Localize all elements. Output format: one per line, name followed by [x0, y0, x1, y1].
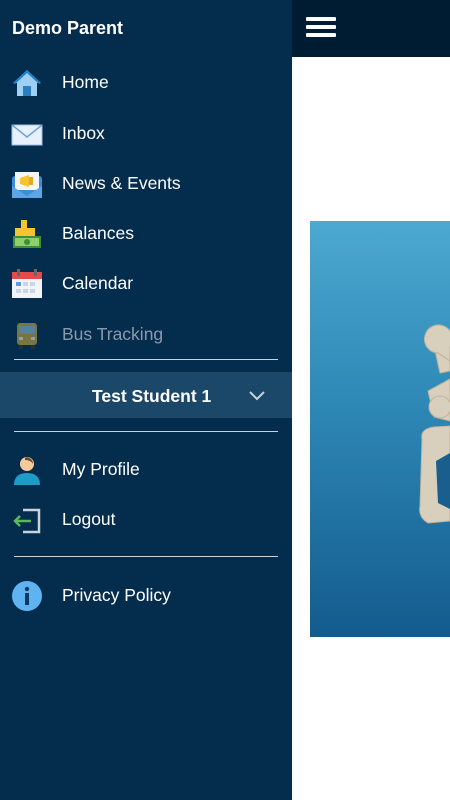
student-name: Test Student 1 [92, 386, 212, 406]
menu-item-label: Home [62, 72, 109, 92]
menu-item-label: My Profile [62, 459, 140, 479]
logout-icon [11, 504, 43, 536]
calendar-icon [11, 268, 43, 300]
menu-item-label: Bus Tracking [62, 324, 164, 344]
menu-item-balances[interactable]: Balances [0, 210, 292, 256]
hamburger-icon[interactable] [306, 17, 336, 39]
divider [14, 431, 278, 432]
menu-item-my-profile[interactable]: My Profile [0, 446, 292, 492]
menu-item-logout[interactable]: Logout [0, 496, 292, 542]
menu-item-label: Logout [62, 509, 116, 529]
student-selector[interactable]: Test Student 1 [0, 372, 292, 418]
info-icon [11, 580, 43, 612]
banner-image [310, 221, 450, 637]
menu-item-home[interactable]: Home [0, 59, 292, 105]
home-icon [11, 67, 43, 99]
user-name: Demo Parent [12, 18, 124, 38]
megaphone-icon [11, 168, 43, 200]
money-icon [11, 218, 43, 250]
navigation-drawer: Demo Parent Home Inbox News & Events Bal… [0, 0, 292, 800]
chevron-down-icon [248, 388, 266, 402]
top-app-bar [292, 0, 450, 57]
menu-item-bus-tracking[interactable]: Bus Tracking [0, 311, 292, 357]
bus-icon [11, 319, 43, 351]
menu-item-label: Inbox [62, 123, 105, 143]
user-icon [11, 454, 43, 486]
menu-item-label: News & Events [62, 173, 181, 193]
menu-item-calendar[interactable]: Calendar [0, 260, 292, 306]
menu-item-inbox[interactable]: Inbox [0, 110, 292, 156]
menu-item-label: Privacy Policy [62, 585, 171, 605]
menu-item-label: Calendar [62, 273, 134, 293]
menu-item-label: Balances [62, 223, 134, 243]
divider [14, 556, 278, 557]
menu-item-privacy-policy[interactable]: Privacy Policy [0, 572, 292, 618]
divider [14, 359, 278, 360]
main-content [292, 57, 450, 800]
menu-item-news-events[interactable]: News & Events [0, 160, 292, 206]
mail-icon [11, 118, 43, 150]
